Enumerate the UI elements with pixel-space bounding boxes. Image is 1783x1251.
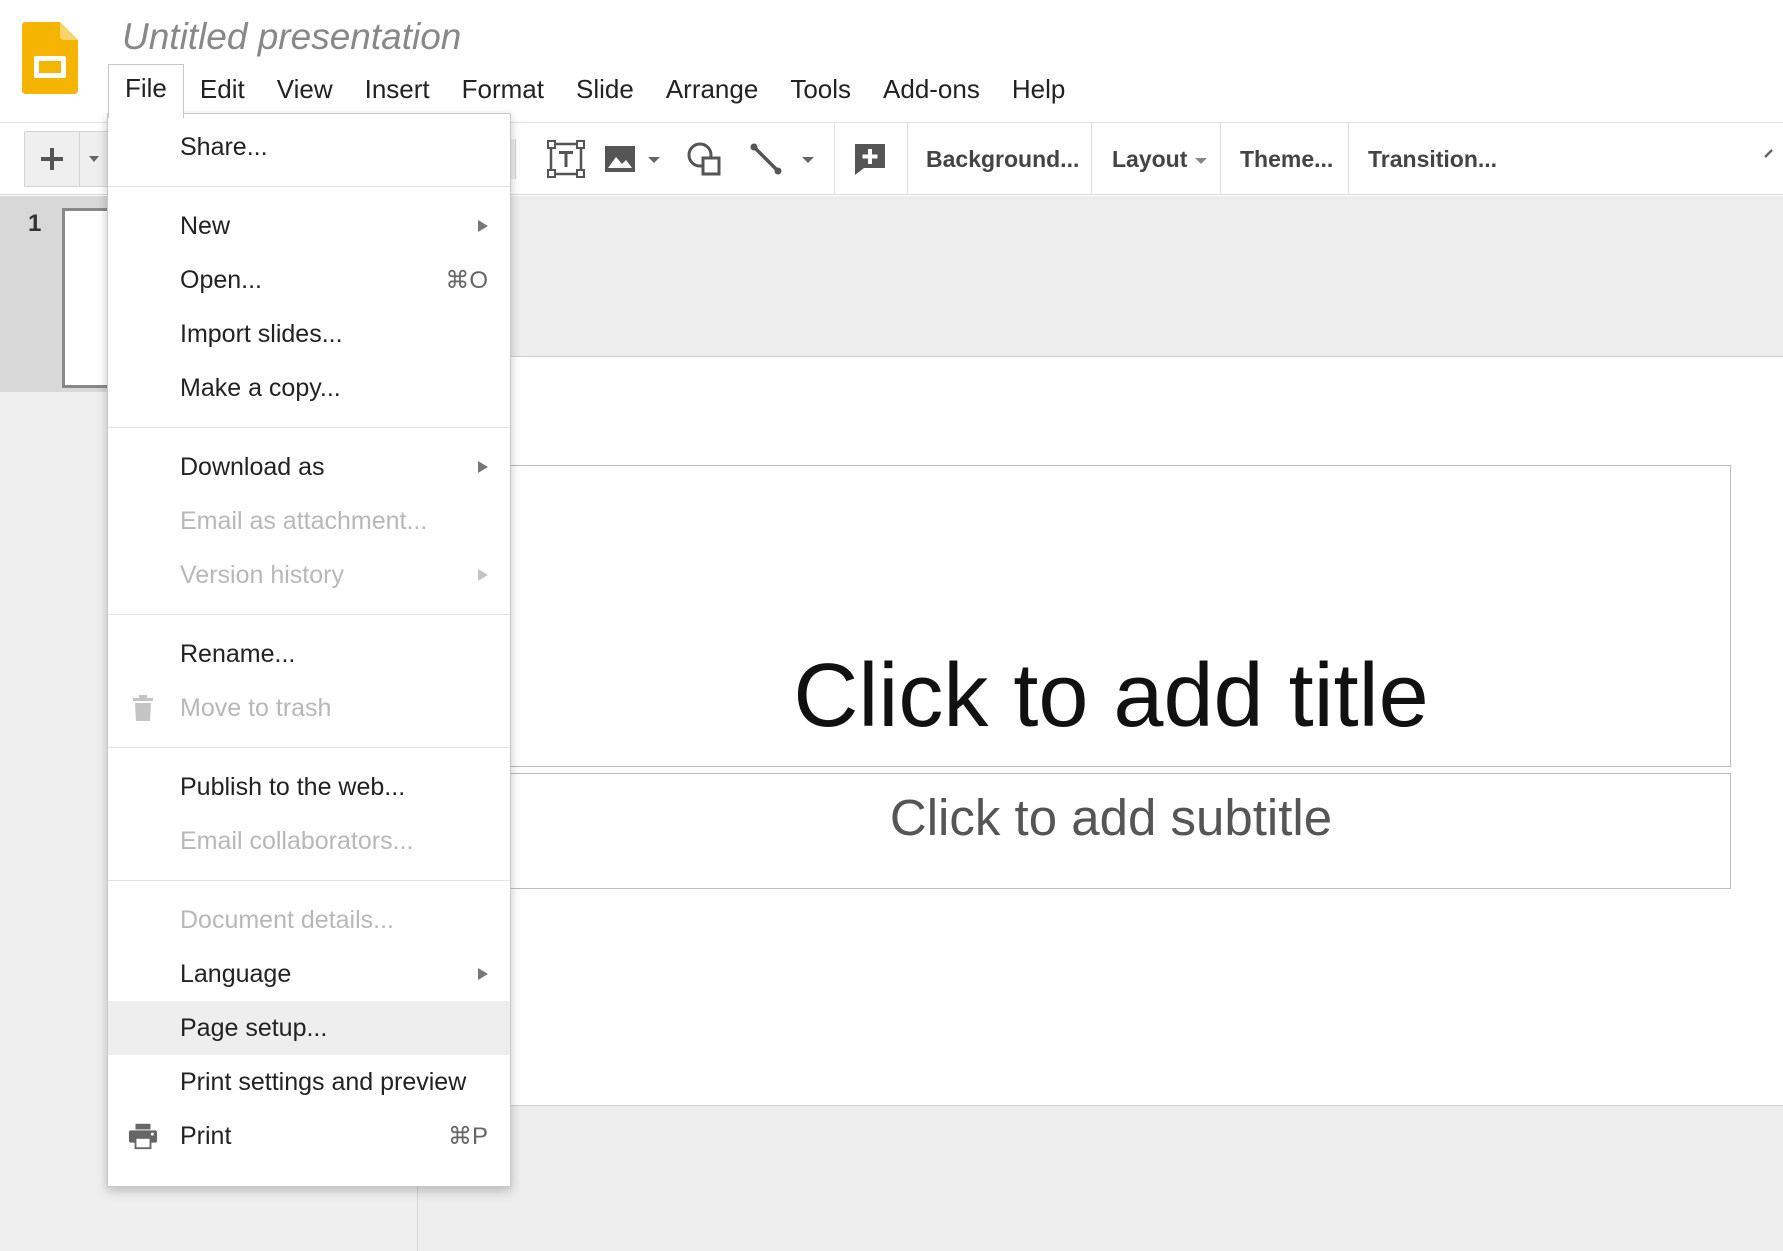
menu-item-label: Open...	[180, 265, 262, 294]
add-comment-button[interactable]	[848, 137, 892, 181]
menu-insert[interactable]: Insert	[349, 64, 446, 114]
menu-item-page-setup[interactable]: Page setup...	[108, 1001, 510, 1055]
menu-item-print[interactable]: Print ⌘P	[108, 1109, 510, 1163]
toolbar-separator	[1220, 123, 1221, 195]
new-slide-button[interactable]	[24, 131, 80, 187]
menu-item-label: Print	[180, 1121, 232, 1150]
submenu-arrow-icon	[478, 968, 488, 980]
slide[interactable]: Click to add title Click to add subtitle	[418, 356, 1783, 1106]
app-window: Untitled presentation File Edit View Ins…	[0, 0, 1783, 1251]
slide-number: 1	[28, 210, 42, 237]
menu-item-publish-web[interactable]: Publish to the web...	[108, 760, 510, 814]
menu-separator	[108, 747, 510, 748]
new-slide-dropdown[interactable]	[80, 131, 108, 187]
menu-item-label: Email collaborators...	[180, 826, 414, 855]
trash-icon	[128, 693, 158, 723]
toolbar-separator	[907, 123, 908, 195]
menu-item-open[interactable]: Open... ⌘O	[108, 253, 510, 307]
layout-button-label: Layout	[1112, 146, 1188, 172]
menu-item-label: Document details...	[180, 905, 394, 934]
menu-separator	[108, 614, 510, 615]
menu-item-label: Make a copy...	[180, 373, 341, 402]
line-dropdown-caret[interactable]	[802, 157, 814, 163]
menu-item-label: Share...	[180, 132, 268, 161]
menu-file[interactable]: File	[108, 64, 184, 118]
menubar: File Edit View Insert Format Slide Arran…	[108, 64, 1081, 118]
title-placeholder-text: Click to add title	[793, 646, 1429, 746]
background-button[interactable]: Background...	[926, 123, 1079, 195]
menu-item-version-history: Version history	[108, 548, 510, 602]
toolbar-separator	[834, 123, 835, 195]
menu-item-label: Move to trash	[180, 693, 332, 722]
submenu-arrow-icon	[478, 569, 488, 581]
menu-item-label: Download as	[180, 452, 325, 481]
menu-arrange[interactable]: Arrange	[650, 64, 775, 114]
menu-item-label: Print settings and preview	[180, 1067, 467, 1096]
menu-item-shortcut: ⌘O	[445, 266, 488, 294]
menu-separator	[108, 186, 510, 187]
shape-icon	[687, 142, 721, 176]
plus-icon	[41, 148, 63, 170]
theme-button[interactable]: Theme...	[1240, 123, 1333, 195]
submenu-arrow-icon	[478, 461, 488, 473]
menu-item-new[interactable]: New	[108, 199, 510, 253]
menu-item-language[interactable]: Language	[108, 947, 510, 1001]
subtitle-placeholder[interactable]: Click to add subtitle	[491, 773, 1731, 889]
line-button[interactable]	[744, 137, 788, 181]
menu-item-label: Publish to the web...	[180, 772, 406, 801]
menu-item-share[interactable]: Share...	[108, 120, 510, 174]
menu-separator	[108, 427, 510, 428]
menu-add-ons[interactable]: Add-ons	[867, 64, 996, 114]
menu-item-print-settings[interactable]: Print settings and preview	[108, 1055, 510, 1109]
menu-item-label: Page setup...	[180, 1013, 328, 1042]
document-title[interactable]: Untitled presentation	[122, 16, 461, 58]
caret-down-icon	[88, 156, 99, 162]
slide-canvas: Click to add title Click to add subtitle	[418, 196, 1783, 1251]
transition-button[interactable]: Transition...	[1368, 123, 1497, 195]
menu-item-label: Rename...	[180, 639, 296, 668]
menu-slide[interactable]: Slide	[560, 64, 650, 114]
title-placeholder[interactable]: Click to add title	[491, 465, 1731, 767]
image-dropdown-caret[interactable]	[648, 157, 660, 163]
menu-item-label: Version history	[180, 560, 344, 589]
collapse-toolbar-button[interactable]	[1763, 145, 1779, 166]
menu-item-label: Language	[180, 959, 292, 988]
menu-item-label: Email as attachment...	[180, 506, 428, 535]
menu-item-email-collaborators: Email collaborators...	[108, 814, 510, 868]
layout-button[interactable]: Layout	[1112, 123, 1208, 195]
menu-item-move-to-trash: Move to trash	[108, 681, 510, 735]
text-box-button[interactable]	[544, 137, 588, 181]
comment-icon	[855, 144, 885, 175]
menu-item-label: New	[180, 211, 231, 240]
image-icon	[605, 146, 635, 172]
menu-edit[interactable]: Edit	[184, 64, 261, 114]
chevron-up-icon	[1764, 149, 1773, 158]
shape-button[interactable]	[682, 137, 726, 181]
submenu-arrow-icon	[478, 220, 488, 232]
menu-separator	[108, 880, 510, 881]
subtitle-placeholder-text: Click to add subtitle	[889, 789, 1333, 846]
image-button[interactable]	[598, 137, 642, 181]
menu-item-document-details: Document details...	[108, 893, 510, 947]
menu-item-make-copy[interactable]: Make a copy...	[108, 361, 510, 415]
printer-icon	[128, 1121, 158, 1151]
menu-item-download-as[interactable]: Download as	[108, 440, 510, 494]
menu-item-rename[interactable]: Rename...	[108, 627, 510, 681]
slides-logo-icon[interactable]	[22, 22, 78, 94]
menu-item-import-slides[interactable]: Import slides...	[108, 307, 510, 361]
menu-item-label: Import slides...	[180, 319, 343, 348]
menu-tools[interactable]: Tools	[774, 64, 867, 114]
file-menu-dropdown: Share... New Open... ⌘O Import slides...…	[107, 113, 511, 1187]
toolbar-separator	[1348, 123, 1349, 195]
menu-item-email-attachment: Email as attachment...	[108, 494, 510, 548]
toolbar-separator	[1091, 123, 1092, 195]
menu-view[interactable]: View	[261, 64, 349, 114]
menu-format[interactable]: Format	[446, 64, 560, 114]
menu-item-shortcut: ⌘P	[447, 1122, 488, 1150]
text-box-icon	[547, 140, 585, 178]
line-icon	[750, 143, 782, 175]
caret-down-icon	[1195, 157, 1208, 164]
menu-help[interactable]: Help	[996, 64, 1081, 114]
